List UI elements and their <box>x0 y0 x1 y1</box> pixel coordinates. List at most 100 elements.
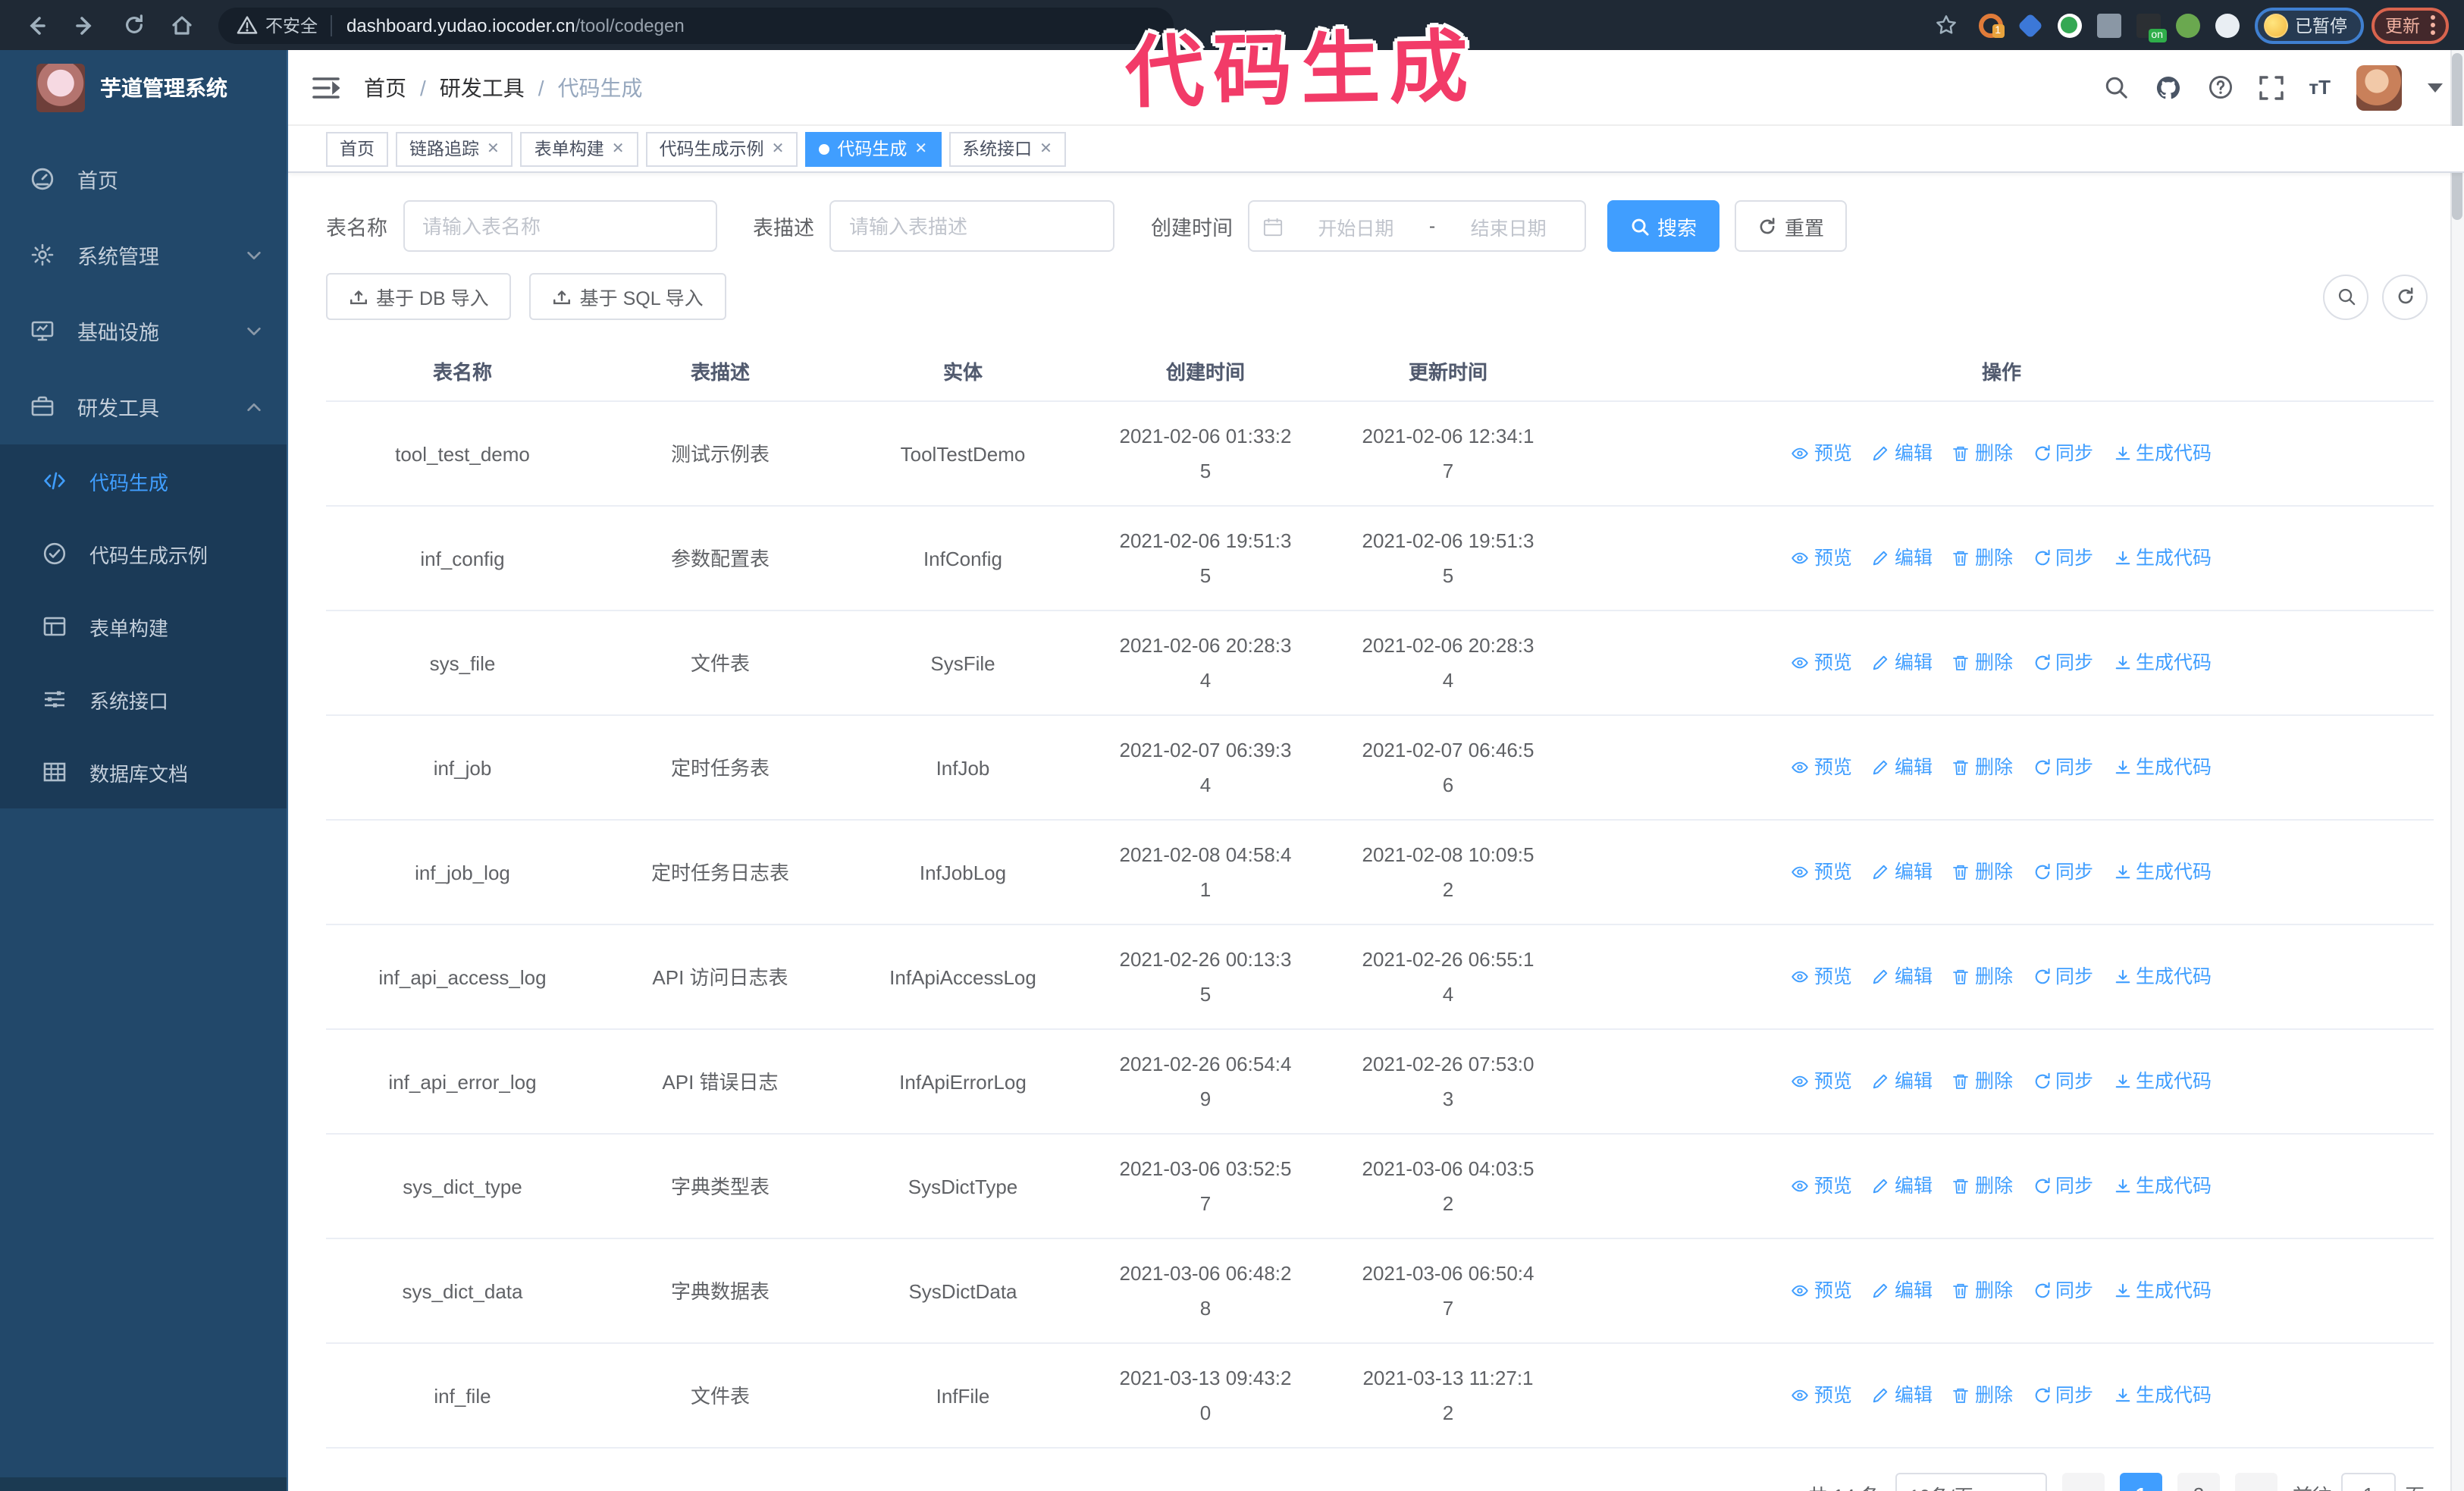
action-编辑-link[interactable]: 编辑 <box>1872 436 1933 471</box>
action-删除-link[interactable]: 删除 <box>1952 1378 2013 1413</box>
table-name-input[interactable] <box>403 200 716 252</box>
tab-首页[interactable]: 首页 <box>326 131 388 166</box>
action-同步-link[interactable]: 同步 <box>2033 1378 2093 1413</box>
sidebar-item[interactable]: 首页 <box>0 141 287 217</box>
table-desc-input[interactable] <box>829 200 1114 252</box>
extension-icon[interactable]: on <box>2136 13 2166 42</box>
action-编辑-link[interactable]: 编辑 <box>1872 645 1933 680</box>
action-删除-link[interactable]: 删除 <box>1952 1273 2013 1308</box>
action-删除-link[interactable]: 删除 <box>1952 750 2013 785</box>
url-host[interactable]: dashboard.yudao.iocoder.cn <box>346 14 575 36</box>
help-icon[interactable] <box>2207 74 2233 100</box>
update-button[interactable]: 更新 <box>2372 7 2449 43</box>
action-删除-link[interactable]: 删除 <box>1952 1064 2013 1099</box>
action-预览-link[interactable]: 预览 <box>1792 1378 1852 1413</box>
action-生成代码-link[interactable]: 生成代码 <box>2113 750 2212 785</box>
url-path[interactable]: /tool/codegen <box>575 14 685 36</box>
action-编辑-link[interactable]: 编辑 <box>1872 1064 1933 1099</box>
breadcrumb-item[interactable]: 研发工具 <box>440 72 525 102</box>
action-生成代码-link[interactable]: 生成代码 <box>2113 1378 2212 1413</box>
action-删除-link[interactable]: 删除 <box>1952 855 2013 890</box>
close-icon[interactable]: ✕ <box>612 140 625 157</box>
warning-icon[interactable] <box>237 15 258 35</box>
sidebar-subitem[interactable]: 代码生成示例 <box>0 517 287 590</box>
action-生成代码-link[interactable]: 生成代码 <box>2113 1064 2212 1099</box>
action-生成代码-link[interactable]: 生成代码 <box>2113 1273 2212 1308</box>
extension-icon[interactable]: 1 <box>1978 13 2004 37</box>
action-预览-link[interactable]: 预览 <box>1792 436 1852 471</box>
action-预览-link[interactable]: 预览 <box>1792 855 1852 890</box>
action-删除-link[interactable]: 删除 <box>1952 541 2013 576</box>
reload-icon[interactable] <box>114 5 153 45</box>
action-预览-link[interactable]: 预览 <box>1792 645 1852 680</box>
profile-paused-badge[interactable]: 已暂停 <box>2254 7 2364 43</box>
action-预览-link[interactable]: 预览 <box>1792 959 1852 994</box>
action-编辑-link[interactable]: 编辑 <box>1872 1378 1933 1413</box>
action-同步-link[interactable]: 同步 <box>2033 855 2093 890</box>
action-生成代码-link[interactable]: 生成代码 <box>2113 855 2212 890</box>
action-同步-link[interactable]: 同步 <box>2033 541 2093 576</box>
caret-down-icon[interactable] <box>2428 83 2443 92</box>
tab-代码生成示例[interactable]: 代码生成示例 ✕ <box>645 131 798 166</box>
sidebar-subitem[interactable]: 表单构建 <box>0 590 287 663</box>
next-page-button[interactable]: › <box>2234 1473 2277 1491</box>
action-生成代码-link[interactable]: 生成代码 <box>2113 436 2212 471</box>
extensions-puzzle-icon[interactable] <box>2215 13 2239 37</box>
scrollbar[interactable] <box>2450 50 2464 1491</box>
goto-page-input[interactable] <box>2340 1473 2396 1491</box>
action-生成代码-link[interactable]: 生成代码 <box>2113 959 2212 994</box>
extension-icon[interactable] <box>2017 12 2042 38</box>
action-删除-link[interactable]: 删除 <box>1952 1169 2013 1204</box>
sidebar-subitem[interactable]: 数据库文档 <box>0 736 287 808</box>
search-toggle-icon[interactable] <box>2323 274 2368 319</box>
action-预览-link[interactable]: 预览 <box>1792 541 1852 576</box>
home-icon[interactable] <box>162 5 202 45</box>
search-icon[interactable] <box>2102 74 2128 100</box>
tab-系统接口[interactable]: 系统接口 ✕ <box>948 131 1066 166</box>
action-同步-link[interactable]: 同步 <box>2033 1169 2093 1204</box>
tab-代码生成[interactable]: 代码生成 ✕ <box>805 131 942 166</box>
action-生成代码-link[interactable]: 生成代码 <box>2113 1169 2212 1204</box>
extension-icon[interactable] <box>2096 13 2121 37</box>
page-button-1[interactable]: 1 <box>2119 1473 2162 1491</box>
action-同步-link[interactable]: 同步 <box>2033 750 2093 785</box>
search-button[interactable]: 搜索 <box>1607 200 1720 252</box>
action-删除-link[interactable]: 删除 <box>1952 645 2013 680</box>
action-预览-link[interactable]: 预览 <box>1792 1064 1852 1099</box>
bookmark-star-icon[interactable] <box>1926 5 1966 45</box>
reset-button[interactable]: 重置 <box>1735 200 1848 252</box>
action-删除-link[interactable]: 删除 <box>1952 436 2013 471</box>
fullscreen-icon[interactable] <box>2259 75 2284 99</box>
sidebar-subitem[interactable]: 代码生成 <box>0 444 287 517</box>
action-生成代码-link[interactable]: 生成代码 <box>2113 541 2212 576</box>
extension-icon[interactable] <box>2175 13 2199 37</box>
page-size-select[interactable]: 10条/页 <box>1895 1473 2047 1491</box>
import-db-button[interactable]: 基于 DB 导入 <box>326 273 512 320</box>
action-编辑-link[interactable]: 编辑 <box>1872 541 1933 576</box>
action-同步-link[interactable]: 同步 <box>2033 1273 2093 1308</box>
github-icon[interactable] <box>2154 74 2181 101</box>
forward-icon[interactable] <box>65 5 105 45</box>
close-icon[interactable]: ✕ <box>914 140 927 157</box>
breadcrumb-item[interactable]: 首页 <box>364 72 406 102</box>
date-range-picker[interactable]: 开始日期 - 结束日期 <box>1248 200 1586 252</box>
user-avatar[interactable] <box>2356 64 2402 110</box>
back-icon[interactable] <box>17 5 56 45</box>
tab-链路追踪[interactable]: 链路追踪 ✕ <box>396 131 513 166</box>
tab-表单构建[interactable]: 表单构建 ✕ <box>520 131 638 166</box>
font-size-icon[interactable]: ᴛT <box>2309 76 2331 99</box>
action-编辑-link[interactable]: 编辑 <box>1872 750 1933 785</box>
action-生成代码-link[interactable]: 生成代码 <box>2113 645 2212 680</box>
page-button-2[interactable]: 2 <box>2177 1473 2220 1491</box>
sidebar-item[interactable]: 研发工具 <box>0 369 287 444</box>
action-同步-link[interactable]: 同步 <box>2033 436 2093 471</box>
action-预览-link[interactable]: 预览 <box>1792 1169 1852 1204</box>
extension-icon[interactable] <box>2057 13 2081 37</box>
close-icon[interactable]: ✕ <box>772 140 785 157</box>
action-同步-link[interactable]: 同步 <box>2033 959 2093 994</box>
action-编辑-link[interactable]: 编辑 <box>1872 1273 1933 1308</box>
action-预览-link[interactable]: 预览 <box>1792 1273 1852 1308</box>
menu-dots-icon[interactable] <box>2431 15 2435 35</box>
prev-page-button[interactable]: ‹ <box>2061 1473 2105 1491</box>
close-icon[interactable]: ✕ <box>1039 140 1052 157</box>
